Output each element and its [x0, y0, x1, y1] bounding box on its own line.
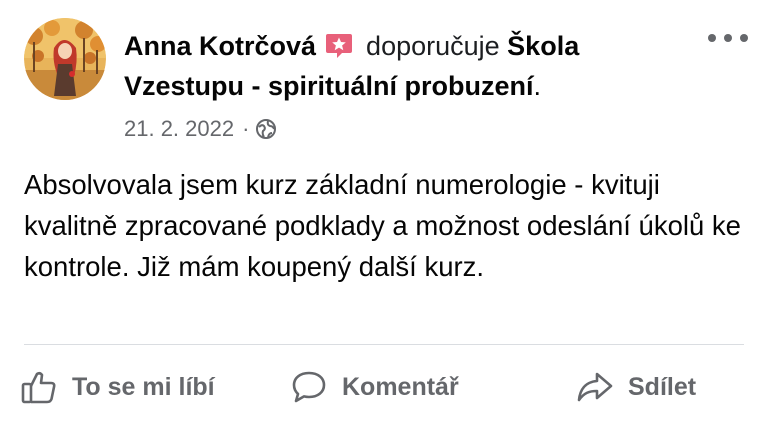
like-label: To se mi líbí: [72, 372, 215, 401]
comment-bubble-icon: [290, 368, 328, 406]
like-button[interactable]: To se mi líbí: [20, 362, 215, 412]
more-options-button[interactable]: [708, 28, 748, 48]
actions-divider: [24, 344, 744, 345]
post-body-text: Absolvovala jsem kurz základní numerolog…: [24, 169, 741, 282]
thumbs-up-icon: [20, 368, 58, 406]
meta-separator: ·: [242, 116, 250, 141]
header-period: .: [533, 71, 542, 101]
avatar-illustration: [24, 18, 106, 100]
share-button[interactable]: Sdílet: [576, 362, 696, 412]
comment-button[interactable]: Komentář: [290, 362, 459, 412]
more-dot-icon: [740, 34, 748, 42]
action-verb: doporučuje: [366, 31, 500, 61]
more-dot-icon: [708, 34, 716, 42]
post-header: Anna Kotrčová doporučuje Škola Vzestupu …: [124, 26, 684, 106]
star-badge-icon[interactable]: [324, 32, 354, 59]
author-name[interactable]: Anna Kotrčová: [124, 31, 316, 61]
post-meta: 21. 2. 2022 ·: [124, 114, 277, 144]
post-actions-bar: To se mi líbí Komentář Sdílet: [0, 362, 768, 412]
author-avatar[interactable]: [24, 18, 106, 100]
comment-label: Komentář: [342, 372, 459, 401]
post-date[interactable]: 21. 2. 2022: [124, 114, 234, 144]
more-dot-icon: [724, 34, 732, 42]
share-label: Sdílet: [628, 372, 697, 401]
globe-icon[interactable]: [255, 118, 277, 140]
recommendation-post: Anna Kotrčová doporučuje Škola Vzestupu …: [0, 0, 768, 425]
share-arrow-icon: [576, 368, 614, 406]
